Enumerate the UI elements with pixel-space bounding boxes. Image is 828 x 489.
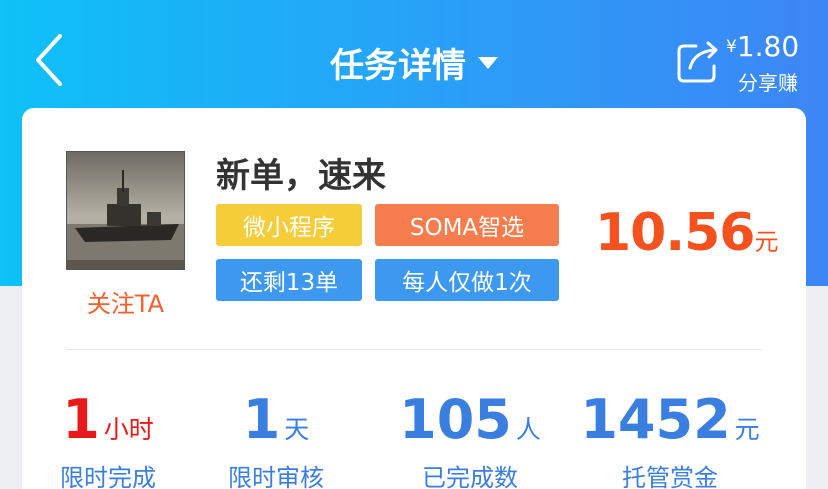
share-label: 分享赚 <box>738 71 798 95</box>
stat-value: 1 <box>242 388 281 451</box>
tag-limit: 每人仅做1次 <box>375 259 559 301</box>
page-title-dropdown[interactable]: 任务详情 <box>330 38 498 87</box>
stat-unit: 元 <box>734 415 760 444</box>
stat-completed: 105 人 已完成数 <box>370 388 570 489</box>
share-currency: ¥ <box>726 37 737 57</box>
tag-mini-program: 微小程序 <box>216 204 362 246</box>
tag-soma-select: SOMA智选 <box>375 204 559 246</box>
price-value: 10.56 <box>595 203 755 263</box>
task-card: 关注TA 新单，速来 微小程序 SOMA智选 还剩13单 每人仅做1次 10.5… <box>22 108 806 489</box>
top-bar: 任务详情 ¥1.80 分享赚 <box>0 0 828 108</box>
share-amount: ¥1.80 <box>726 30 799 63</box>
task-title: 新单，速来 <box>216 156 386 196</box>
caret-down-icon <box>478 56 498 69</box>
stat-value: 1452 <box>580 388 731 451</box>
share-earn-button[interactable]: ¥1.80 分享赚 <box>676 30 816 95</box>
divider <box>66 349 762 350</box>
stat-review-limit: 1天 限时审核 <box>176 388 376 489</box>
stat-unit: 人 <box>515 415 541 444</box>
price-unit: 元 <box>754 228 779 256</box>
follow-link[interactable]: 关注TA <box>66 284 185 319</box>
stat-value-row: 1天 <box>176 388 376 452</box>
stat-unit: 天 <box>284 415 310 444</box>
stat-value: 1 <box>62 388 100 451</box>
tag-remaining: 还剩13单 <box>216 259 362 301</box>
stat-value-row: 1452 元 <box>570 388 770 452</box>
stat-value-row: 105 人 <box>370 388 570 452</box>
task-price: 10.56元 <box>595 203 778 263</box>
stat-unit: 小时 <box>103 415 154 444</box>
stat-label: 托管赏金 <box>622 464 718 489</box>
share-icon <box>677 41 718 83</box>
publisher-avatar[interactable] <box>66 151 185 270</box>
stat-label: 已完成数 <box>422 464 518 489</box>
ship-photo-image <box>67 152 184 269</box>
stat-label: 限时审核 <box>228 464 324 489</box>
stat-value: 105 <box>399 388 512 451</box>
share-amount-value: 1.80 <box>736 30 800 63</box>
stat-escrow-reward: 1452 元 托管赏金 <box>570 388 770 489</box>
page-title: 任务详情 <box>330 46 466 86</box>
